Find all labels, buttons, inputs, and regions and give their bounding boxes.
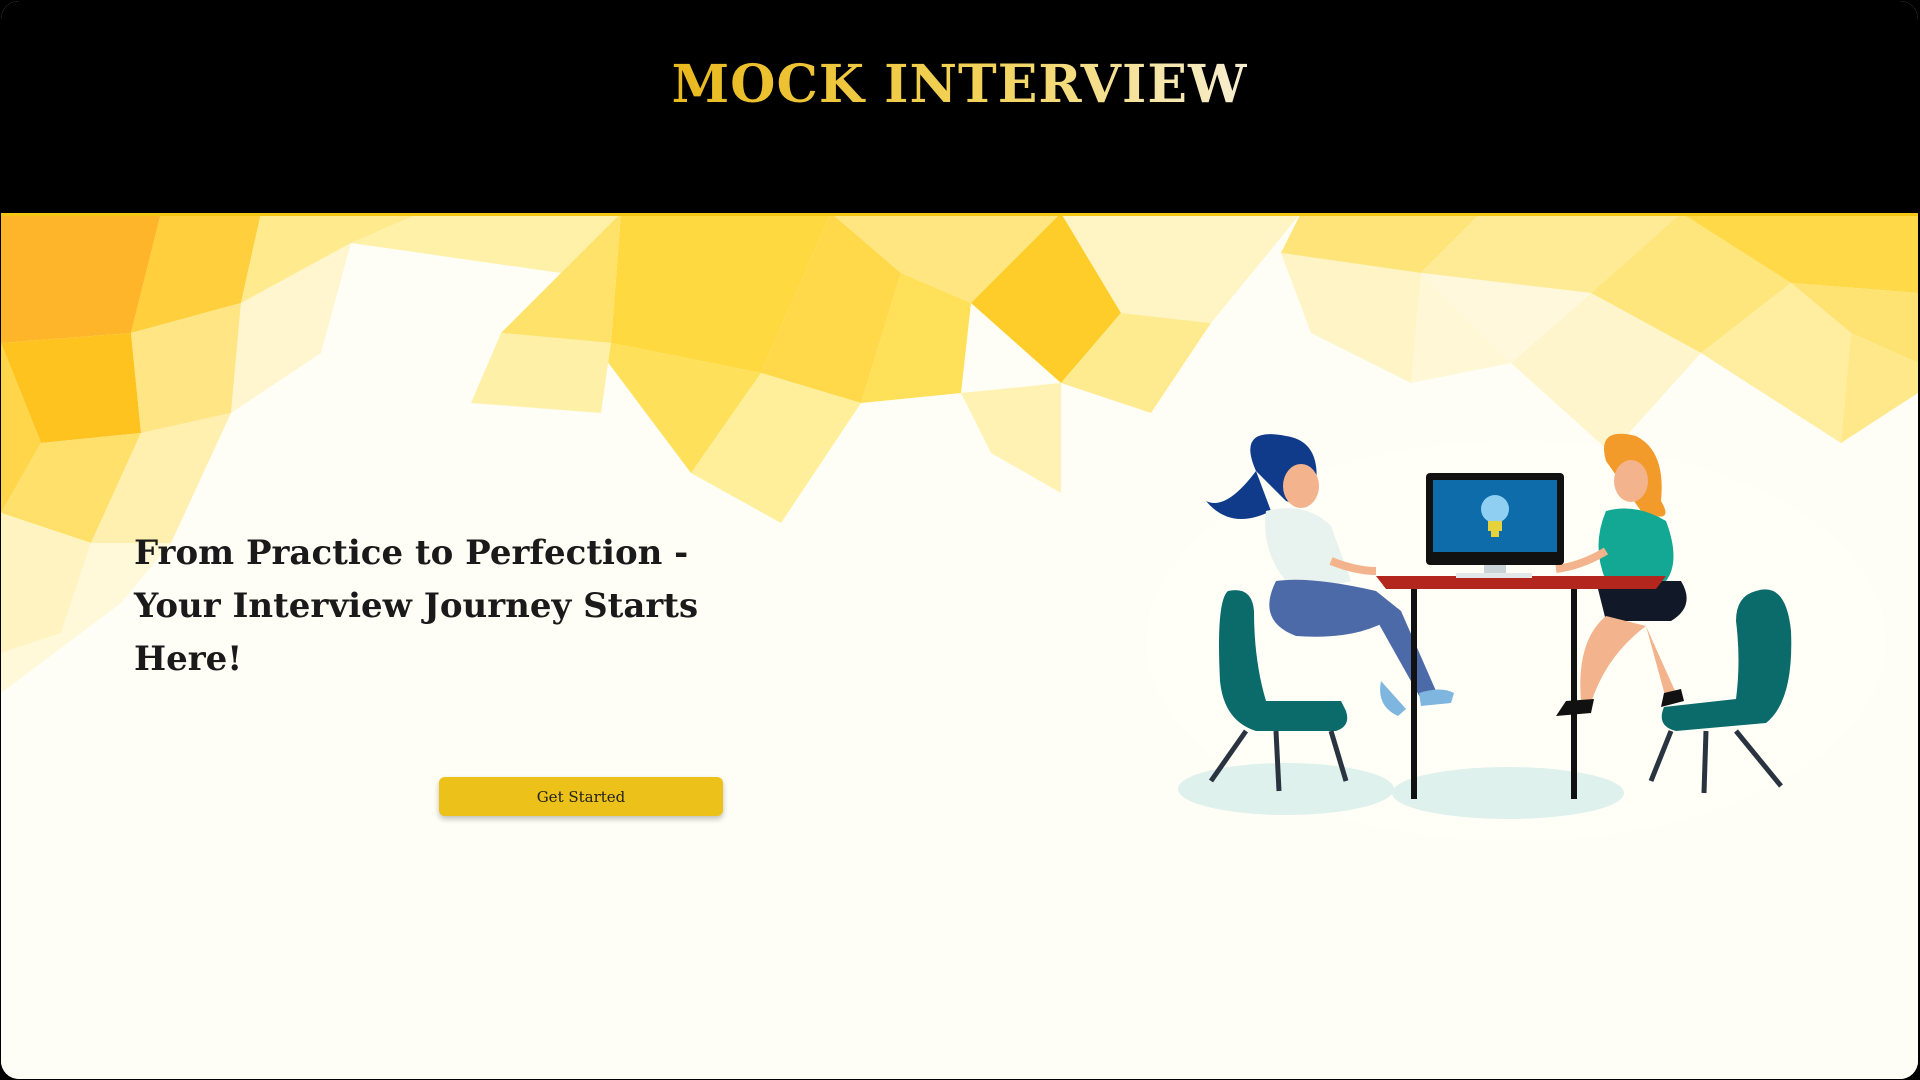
page-title: MOCK INTERVIEW	[671, 54, 1248, 116]
app-window: MOCK INTERVIEW From Practice to Perfecti…	[1, 1, 1918, 1079]
header-divider	[1, 213, 1918, 216]
hero-tagline: From Practice to Perfection - Your Inter…	[134, 533, 699, 679]
interview-illustration	[1146, 433, 1886, 841]
get-started-button[interactable]: Get Started	[439, 777, 723, 816]
header-bar: MOCK INTERVIEW	[1, 1, 1918, 213]
